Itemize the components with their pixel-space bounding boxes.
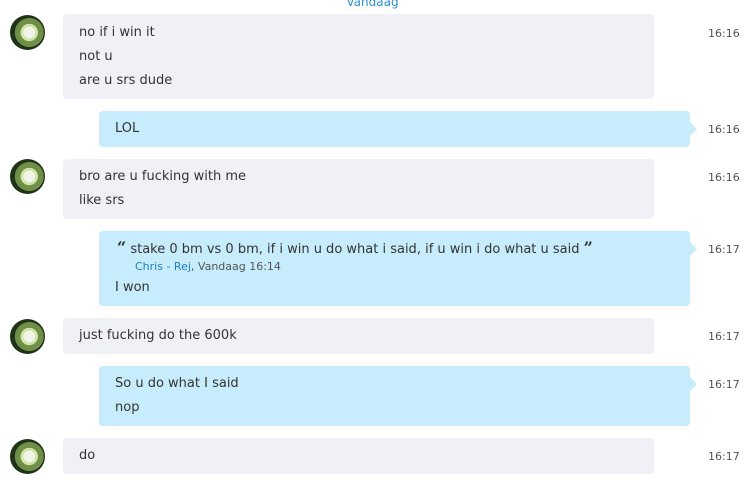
avatar[interactable]: [10, 15, 45, 50]
message-timestamp: 16:16: [708, 123, 740, 136]
message-timestamp: 16:17: [708, 450, 740, 463]
message-bubble[interactable]: So u do what I said nop: [99, 366, 697, 426]
message-text: LOL: [115, 121, 140, 136]
message-bubble[interactable]: do: [63, 438, 654, 474]
quote-timestamp: Vandaag 16:14: [197, 260, 281, 273]
message-text: do: [79, 448, 96, 463]
message-bubble[interactable]: “ stake 0 bm vs 0 bm, if i win u do what…: [99, 231, 697, 306]
message-bubble[interactable]: just fucking do the 600k: [63, 318, 654, 354]
message-timestamp: 16:16: [708, 27, 740, 40]
message-bubble[interactable]: LOL: [99, 111, 697, 147]
message-text: not u: [79, 49, 113, 64]
message-bubble[interactable]: bro are u fucking with me like srs: [63, 159, 654, 219]
message-text: just fucking do the 600k: [79, 328, 237, 343]
message-timestamp: 16:17: [708, 378, 740, 391]
message-timestamp: 16:17: [708, 330, 740, 343]
avatar[interactable]: [10, 439, 45, 474]
quote-author[interactable]: Chris - Rej: [135, 260, 191, 273]
message-timestamp: 16:16: [708, 171, 740, 184]
message-bubble[interactable]: no if i win it not u are u srs dude: [63, 14, 654, 99]
message-text: nop: [115, 400, 140, 415]
message-timestamp: 16:17: [708, 243, 740, 256]
message-text: So u do what I said: [115, 376, 239, 391]
message-text: I won: [115, 280, 150, 295]
quote-open-icon: “: [117, 238, 127, 257]
quote-close-icon: ”: [583, 238, 593, 257]
message-text: like srs: [79, 193, 125, 208]
quote-meta: Chris - Rej, Vandaag 16:14: [135, 260, 281, 273]
avatar[interactable]: [10, 319, 45, 354]
quoted-message: “ stake 0 bm vs 0 bm, if i win u do what…: [117, 240, 593, 258]
day-divider: Vandaag: [346, 0, 399, 9]
message-text: no if i win it: [79, 25, 155, 40]
quote-text: stake 0 bm vs 0 bm, if i win u do what i…: [130, 242, 580, 257]
message-text: are u srs dude: [79, 73, 173, 88]
message-text: bro are u fucking with me: [79, 169, 247, 184]
avatar[interactable]: [10, 159, 45, 194]
